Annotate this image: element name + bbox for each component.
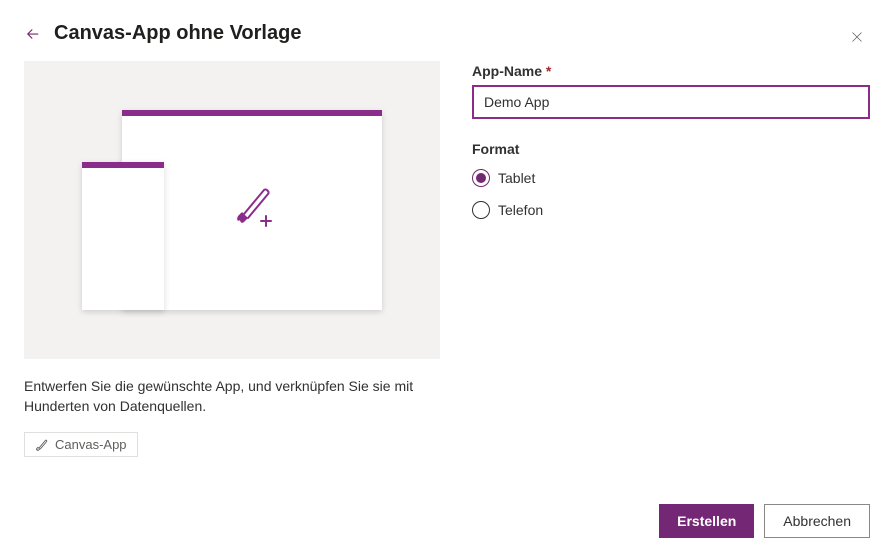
- brush-icon: [35, 438, 49, 452]
- format-option-telefon[interactable]: Telefon: [472, 201, 870, 219]
- brush-plus-icon: [230, 182, 280, 237]
- page-title: Canvas-App ohne Vorlage: [54, 22, 301, 45]
- preview-illustration: [24, 61, 440, 359]
- tag-label: Canvas-App: [55, 437, 127, 452]
- format-label: Format: [472, 141, 870, 157]
- arrow-left-icon: [24, 25, 42, 43]
- format-option-tablet[interactable]: Tablet: [472, 169, 870, 187]
- app-name-label: App-Name *: [472, 63, 870, 79]
- app-name-input[interactable]: [472, 85, 870, 119]
- description-text: Entwerfen Sie die gewünschte App, und ve…: [24, 377, 440, 416]
- cancel-button[interactable]: Abbrechen: [764, 504, 870, 538]
- radio-label: Tablet: [498, 170, 535, 186]
- close-button[interactable]: [848, 28, 866, 51]
- phone-preview: [82, 162, 164, 310]
- canvas-app-tag: Canvas-App: [24, 432, 138, 457]
- close-icon: [848, 28, 866, 46]
- radio-unselected-icon: [472, 201, 490, 219]
- radio-selected-icon: [472, 169, 490, 187]
- create-button[interactable]: Erstellen: [659, 504, 754, 538]
- back-button[interactable]: [24, 25, 42, 43]
- radio-label: Telefon: [498, 202, 543, 218]
